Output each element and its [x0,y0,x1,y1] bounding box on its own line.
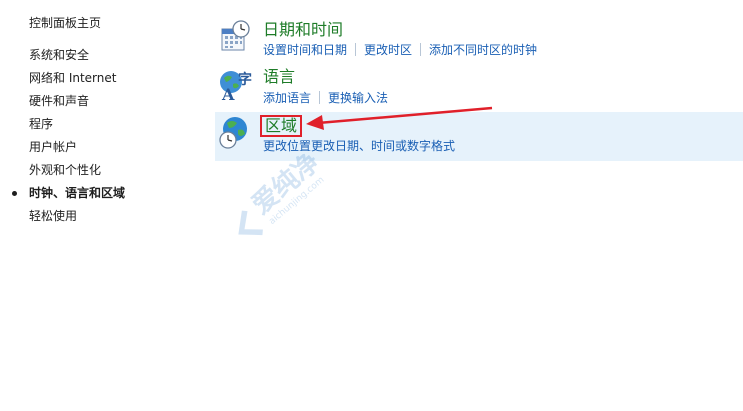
sidebar-item-label: 程序 [29,117,54,131]
active-bullet-icon [12,191,17,196]
watermark-logo: 爱纯净 aichunjing.com [238,147,326,236]
category-date-time: 日期和时间 设置时间和日期 更改时区 添加不同时区的时钟 [215,18,743,58]
date-time-links: 设置时间和日期 更改时区 添加不同时区的时钟 [263,41,537,58]
add-clocks-link[interactable]: 添加不同时区的时钟 [429,41,537,58]
sidebar-item-user-accounts[interactable]: 用户帐户 [0,138,125,161]
sidebar-item-label: 轻松使用 [29,209,78,223]
svg-text:字: 字 [238,71,252,88]
sidebar-item-hardware-sound[interactable]: 硬件和声音 [0,92,125,115]
sidebar-category-list: 系统和安全 网络和 Internet 硬件和声音 程序 用户帐户 外观和个性化 … [0,46,125,230]
sidebar-item-label: 系统和安全 [29,48,90,62]
language-title-link[interactable]: 语言 [263,67,295,87]
change-time-zone-link[interactable]: 更改时区 [364,41,412,58]
set-time-date-link[interactable]: 设置时间和日期 [263,41,347,58]
link-separator [420,43,422,56]
sidebar-home-link[interactable]: 控制面板主页 [29,14,101,31]
sidebar-item-label: 硬件和声音 [29,94,90,108]
sidebar-item-label: 用户帐户 [29,140,78,154]
link-separator [355,43,357,56]
sidebar-item-label: 外观和个性化 [29,163,102,177]
sidebar-item-network[interactable]: 网络和 Internet [0,69,125,92]
sidebar: 控制面板主页 系统和安全 网络和 Internet 硬件和声音 程序 用户帐户 … [0,0,210,411]
sidebar-item-appearance[interactable]: 外观和个性化 [0,161,125,184]
calendar-clock-icon [221,20,250,51]
sidebar-item-ease-of-access[interactable]: 轻松使用 [0,207,125,230]
sidebar-item-programs[interactable]: 程序 [0,115,125,138]
language-icon: 字 A [220,71,252,102]
sidebar-item-label: 网络和 Internet [29,71,117,85]
sidebar-item-clock-language-region[interactable]: 时钟、语言和区域 [0,184,125,207]
svg-text:A: A [221,85,235,102]
sidebar-item-system-security[interactable]: 系统和安全 [0,46,125,69]
date-time-title-link[interactable]: 日期和时间 [263,20,343,40]
sidebar-item-label: 时钟、语言和区域 [29,186,126,200]
